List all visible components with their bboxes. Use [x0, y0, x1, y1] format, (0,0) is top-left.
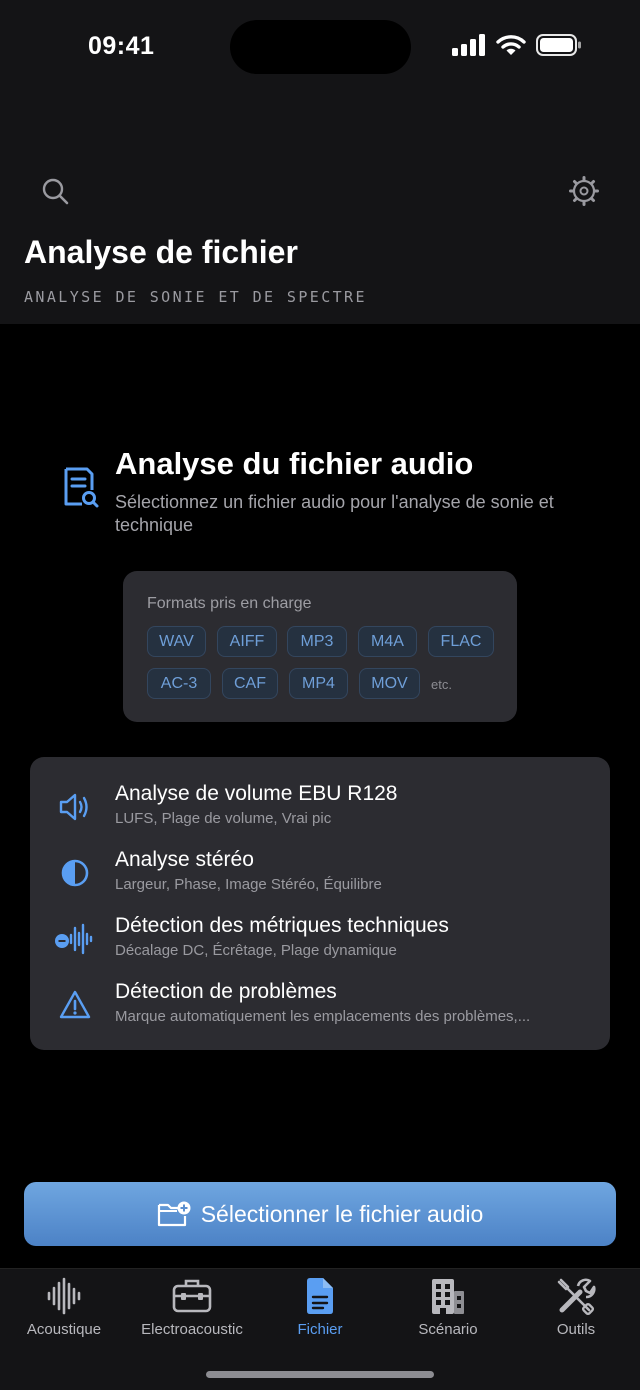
feature-title: Détection de problèmes — [115, 980, 337, 1003]
select-audio-file-button[interactable]: Sélectionner le fichier audio — [24, 1182, 616, 1246]
feature-title: Détection des métriques techniques — [115, 914, 449, 937]
tools-icon — [557, 1278, 596, 1315]
page-subtitle: ANALYSE DE SONIE ET DE SPECTRE — [24, 288, 367, 306]
speaker-wave-icon — [59, 793, 88, 821]
search-icon[interactable] — [40, 176, 72, 208]
toolbox-icon — [172, 1279, 212, 1313]
tab-outils[interactable]: Outils — [512, 1277, 640, 1347]
tab-label: Scénario — [418, 1321, 478, 1338]
format-chip: MOV — [359, 668, 420, 699]
battery-icon — [536, 34, 581, 56]
feature-description: Décalage DC, Écrêtage, Plage dynamique — [115, 942, 397, 959]
feature-item: Détection de problèmes Marque automatiqu… — [30, 980, 610, 1040]
feature-item: Analyse stéréo Largeur, Phase, Image Sté… — [30, 848, 610, 908]
tab-acoustique[interactable]: Acoustique — [0, 1277, 128, 1347]
format-chip: CAF — [222, 668, 278, 699]
format-chip: MP3 — [287, 626, 347, 657]
tab-scenario[interactable]: Scénario — [384, 1277, 512, 1347]
document-search-icon — [64, 467, 99, 508]
status-bar: 09:41 — [0, 0, 640, 100]
cellular-signal-icon — [452, 34, 485, 56]
half-circle-icon — [61, 859, 89, 887]
format-chip: MP4 — [289, 668, 348, 699]
feature-title: Analyse de volume EBU R128 — [115, 782, 398, 805]
tab-label: Acoustique — [26, 1321, 102, 1338]
feature-description: Largeur, Phase, Image Stéréo, Équilibre — [115, 876, 382, 893]
document-icon — [307, 1278, 333, 1314]
wifi-icon — [496, 35, 526, 55]
home-indicator — [206, 1371, 434, 1378]
status-icons — [452, 34, 582, 56]
format-chip: WAV — [147, 626, 206, 657]
format-chip: AIFF — [217, 626, 277, 657]
tab-label: Electroacoustic — [141, 1321, 243, 1338]
page-title: Analyse de fichier — [24, 234, 298, 270]
navigation-header: Analyse de fichier ANALYSE DE SONIE ET D… — [0, 100, 640, 324]
feature-item: Détection des métriques techniques Décal… — [30, 914, 610, 974]
waveform-minus-icon — [55, 923, 93, 955]
tab-fichier[interactable]: Fichier — [256, 1277, 384, 1347]
tab-label: Fichier — [297, 1321, 343, 1338]
format-chip: AC-3 — [147, 668, 211, 699]
feature-description: LUFS, Plage de volume, Vrai pic — [115, 810, 332, 827]
supported-formats-card: Formats pris en charge WAV AIFF MP3 M4A … — [123, 571, 517, 722]
intro-title: Analyse du fichier audio — [115, 446, 474, 481]
gear-icon[interactable] — [568, 175, 600, 207]
feature-item: Analyse de volume EBU R128 LUFS, Plage d… — [30, 782, 610, 842]
format-chip: M4A — [358, 626, 417, 657]
warning-icon — [59, 990, 91, 1019]
status-time: 09:41 — [88, 32, 155, 60]
building-icon — [432, 1279, 464, 1314]
formats-more: etc. — [431, 677, 452, 692]
formats-title: Formats pris en charge — [147, 595, 312, 612]
folder-plus-icon — [157, 1201, 191, 1227]
tab-electroacoustic[interactable]: Electroacoustic — [128, 1277, 256, 1347]
feature-title: Analyse stéréo — [115, 848, 254, 871]
format-chip: FLAC — [428, 626, 494, 657]
dynamic-island — [230, 20, 411, 74]
tab-label: Outils — [556, 1321, 596, 1338]
intro-description: Sélectionnez un fichier audio pour l'ana… — [115, 492, 554, 535]
select-button-label: Sélectionner le fichier audio — [200, 1200, 484, 1227]
features-card: Analyse de volume EBU R128 LUFS, Plage d… — [30, 757, 610, 1050]
feature-description: Marque automatiquement les emplacements … — [115, 1008, 531, 1025]
waveform-icon — [47, 1277, 81, 1315]
